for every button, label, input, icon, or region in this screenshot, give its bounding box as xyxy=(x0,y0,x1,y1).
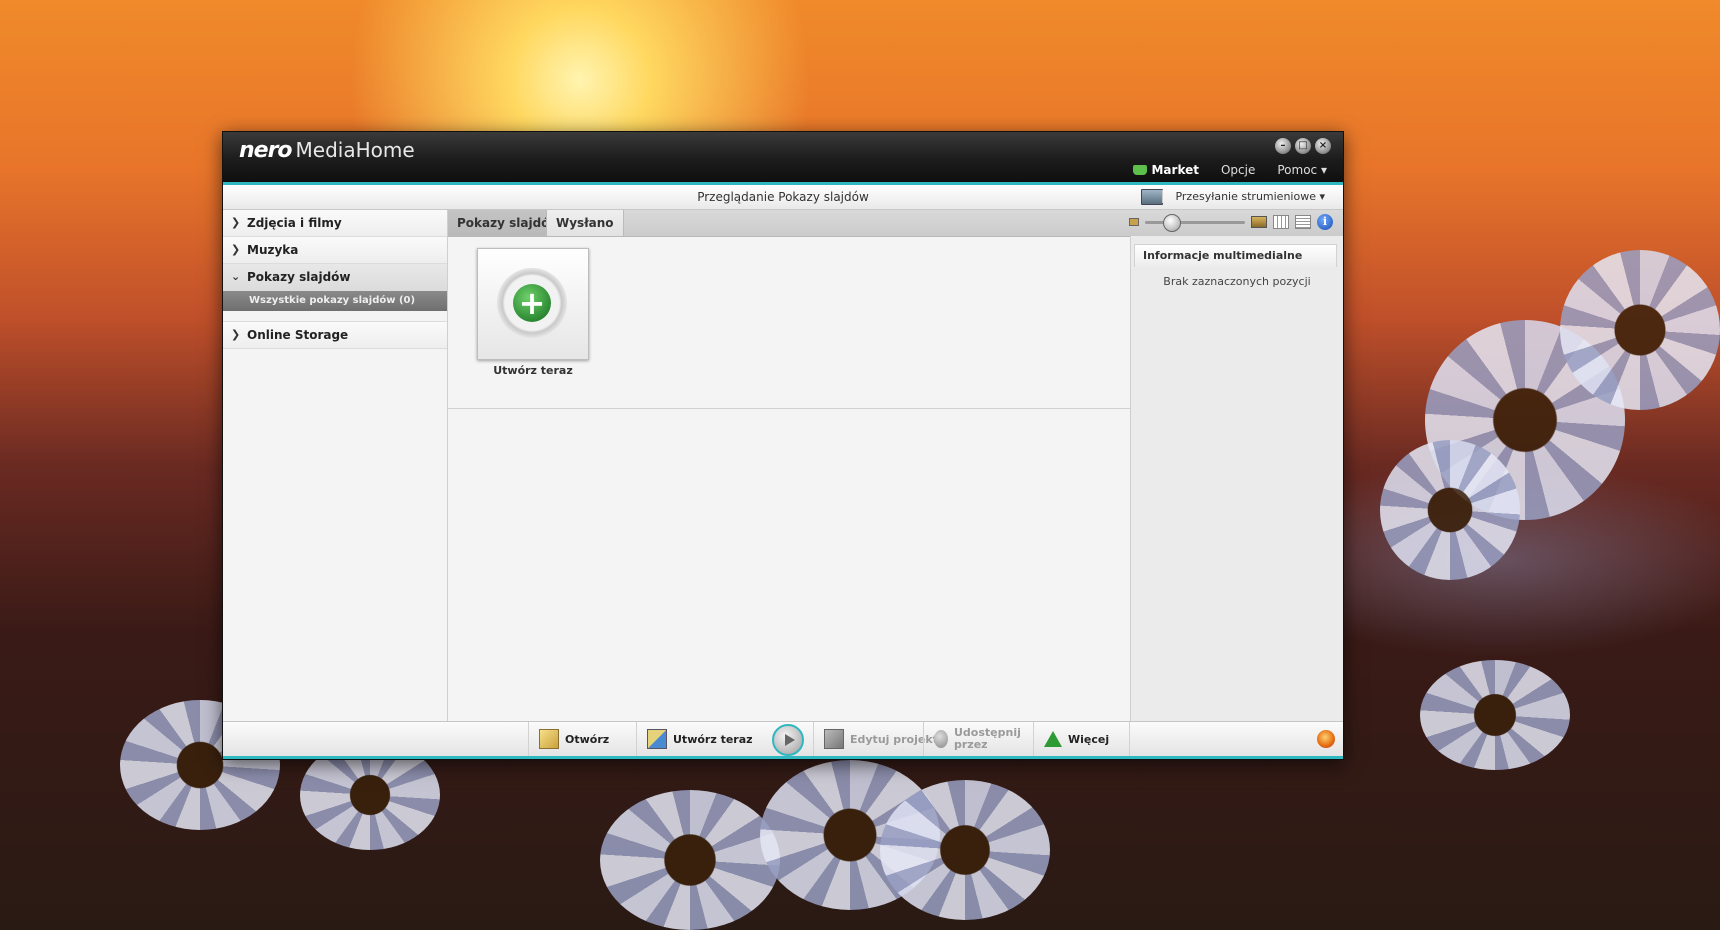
monitor-icon[interactable] xyxy=(1141,189,1163,205)
options-menu[interactable]: Opcje xyxy=(1221,163,1255,177)
chevron-right-icon: ❯ xyxy=(231,216,241,229)
thumbnail-size-slider[interactable] xyxy=(1145,213,1245,232)
sidebar-subitem-all-slideshows[interactable]: Wszystkie pokazy slajdów (0) xyxy=(223,291,447,311)
info-panel-empty-text: Brak zaznaczonych pozycji xyxy=(1163,275,1311,288)
slider-handle[interactable] xyxy=(1163,213,1181,232)
create-button-ring: + xyxy=(497,268,567,338)
sidebar-item-slideshows[interactable]: ⌄ Pokazy slajdów xyxy=(223,264,447,291)
burn-disc-icon[interactable] xyxy=(1317,730,1335,748)
shopping-cart-icon xyxy=(1133,165,1148,175)
background-flower xyxy=(1380,440,1520,580)
more-label: Więcej xyxy=(1068,732,1110,746)
plus-icon: + xyxy=(513,284,551,322)
chevron-down-icon: ⌄ xyxy=(231,270,241,283)
create-now-button[interactable]: Utwórz teraz xyxy=(636,722,763,756)
streaming-dropdown[interactable]: Przesyłanie strumieniowe ▾ xyxy=(1162,190,1325,203)
minimize-icon[interactable]: – xyxy=(1275,138,1291,154)
create-slideshow-icon xyxy=(647,729,667,749)
info-icon[interactable]: i xyxy=(1317,214,1333,230)
market-link[interactable]: Market xyxy=(1133,163,1199,177)
product-name: MediaHome xyxy=(295,138,415,162)
arrow-up-icon xyxy=(1044,731,1062,747)
create-slideshow-tile[interactable]: + xyxy=(477,248,589,360)
top-menu: Market Opcje Pomoc ▾ xyxy=(1133,163,1327,177)
info-panel-title: Informacje multimedialne xyxy=(1134,244,1337,267)
edit-project-icon xyxy=(824,729,844,749)
help-menu[interactable]: Pomoc ▾ xyxy=(1277,163,1327,177)
brand-name: nero xyxy=(239,138,293,163)
play-icon[interactable] xyxy=(772,724,804,756)
sidebar-item-label: Zdjęcia i filmy xyxy=(247,216,342,230)
create-label: Utwórz teraz xyxy=(673,732,753,746)
background-flower xyxy=(880,780,1050,920)
app-logo: nero MediaHome xyxy=(239,138,415,163)
sidebar-item-photos-videos[interactable]: ❯ Zdjęcia i filmy xyxy=(223,210,447,237)
background-flower xyxy=(600,790,780,930)
large-thumbnail-icon[interactable] xyxy=(1251,216,1267,228)
small-thumbnail-icon[interactable] xyxy=(1129,218,1139,226)
nero-mediahome-window: nero MediaHome – □ × Market Opcje Pomoc ▾… xyxy=(222,131,1344,760)
sidebar-item-label: Online Storage xyxy=(247,328,349,342)
slideshow-items: + Utwórz teraz xyxy=(448,237,1130,409)
sidebar-item-label: Muzyka xyxy=(247,243,299,257)
more-button[interactable]: Więcej xyxy=(1033,722,1131,756)
view-bar: Przeglądanie Pokazy slajdów Przesyłanie … xyxy=(223,185,1343,210)
close-icon[interactable]: × xyxy=(1315,138,1331,154)
restore-icon[interactable]: □ xyxy=(1295,138,1311,154)
bottom-toolbar: Otwórz Utwórz teraz Edytuj projekt Udost… xyxy=(223,721,1343,759)
sidebar-item-online-storage[interactable]: ❯ Online Storage xyxy=(223,322,447,349)
open-label: Otwórz xyxy=(565,732,610,746)
media-info-panel: Informacje multimedialne Brak zaznaczony… xyxy=(1130,236,1343,722)
share-label: Udostępnij przez xyxy=(954,726,1021,751)
sidebar: ❯ Zdjęcia i filmy ❯ Muzyka ⌄ Pokazy slaj… xyxy=(223,210,448,722)
market-label: Market xyxy=(1151,163,1199,177)
share-button[interactable]: Udostępnij przez xyxy=(923,722,1024,756)
window-controls: – □ × xyxy=(1275,138,1331,154)
folder-open-icon xyxy=(539,729,559,749)
thumbnail-size-controls: i xyxy=(1129,213,1333,232)
background-flower xyxy=(1420,660,1570,770)
chevron-right-icon: ❯ xyxy=(231,328,241,341)
sidebar-item-label: Pokazy slajdów xyxy=(247,270,351,284)
background-flower xyxy=(1560,250,1720,410)
tabs-bar: Pokazy slajdów Wysłano i xyxy=(448,210,1343,237)
title-bar[interactable]: nero MediaHome – □ × Market Opcje Pomoc ▾ xyxy=(223,132,1343,185)
tab-sent[interactable]: Wysłano xyxy=(546,210,624,236)
chevron-right-icon: ❯ xyxy=(231,243,241,256)
sidebar-divider xyxy=(223,311,447,322)
open-button[interactable]: Otwórz xyxy=(528,722,619,756)
grid-view-icon[interactable] xyxy=(1273,215,1289,229)
list-view-icon[interactable] xyxy=(1295,215,1311,229)
share-icon xyxy=(934,730,948,748)
create-tile-label: Utwórz teraz xyxy=(493,364,573,377)
main-content: Pokazy slajdów Wysłano i + Utwórz teraz xyxy=(448,210,1343,722)
sidebar-item-music[interactable]: ❯ Muzyka xyxy=(223,237,447,264)
